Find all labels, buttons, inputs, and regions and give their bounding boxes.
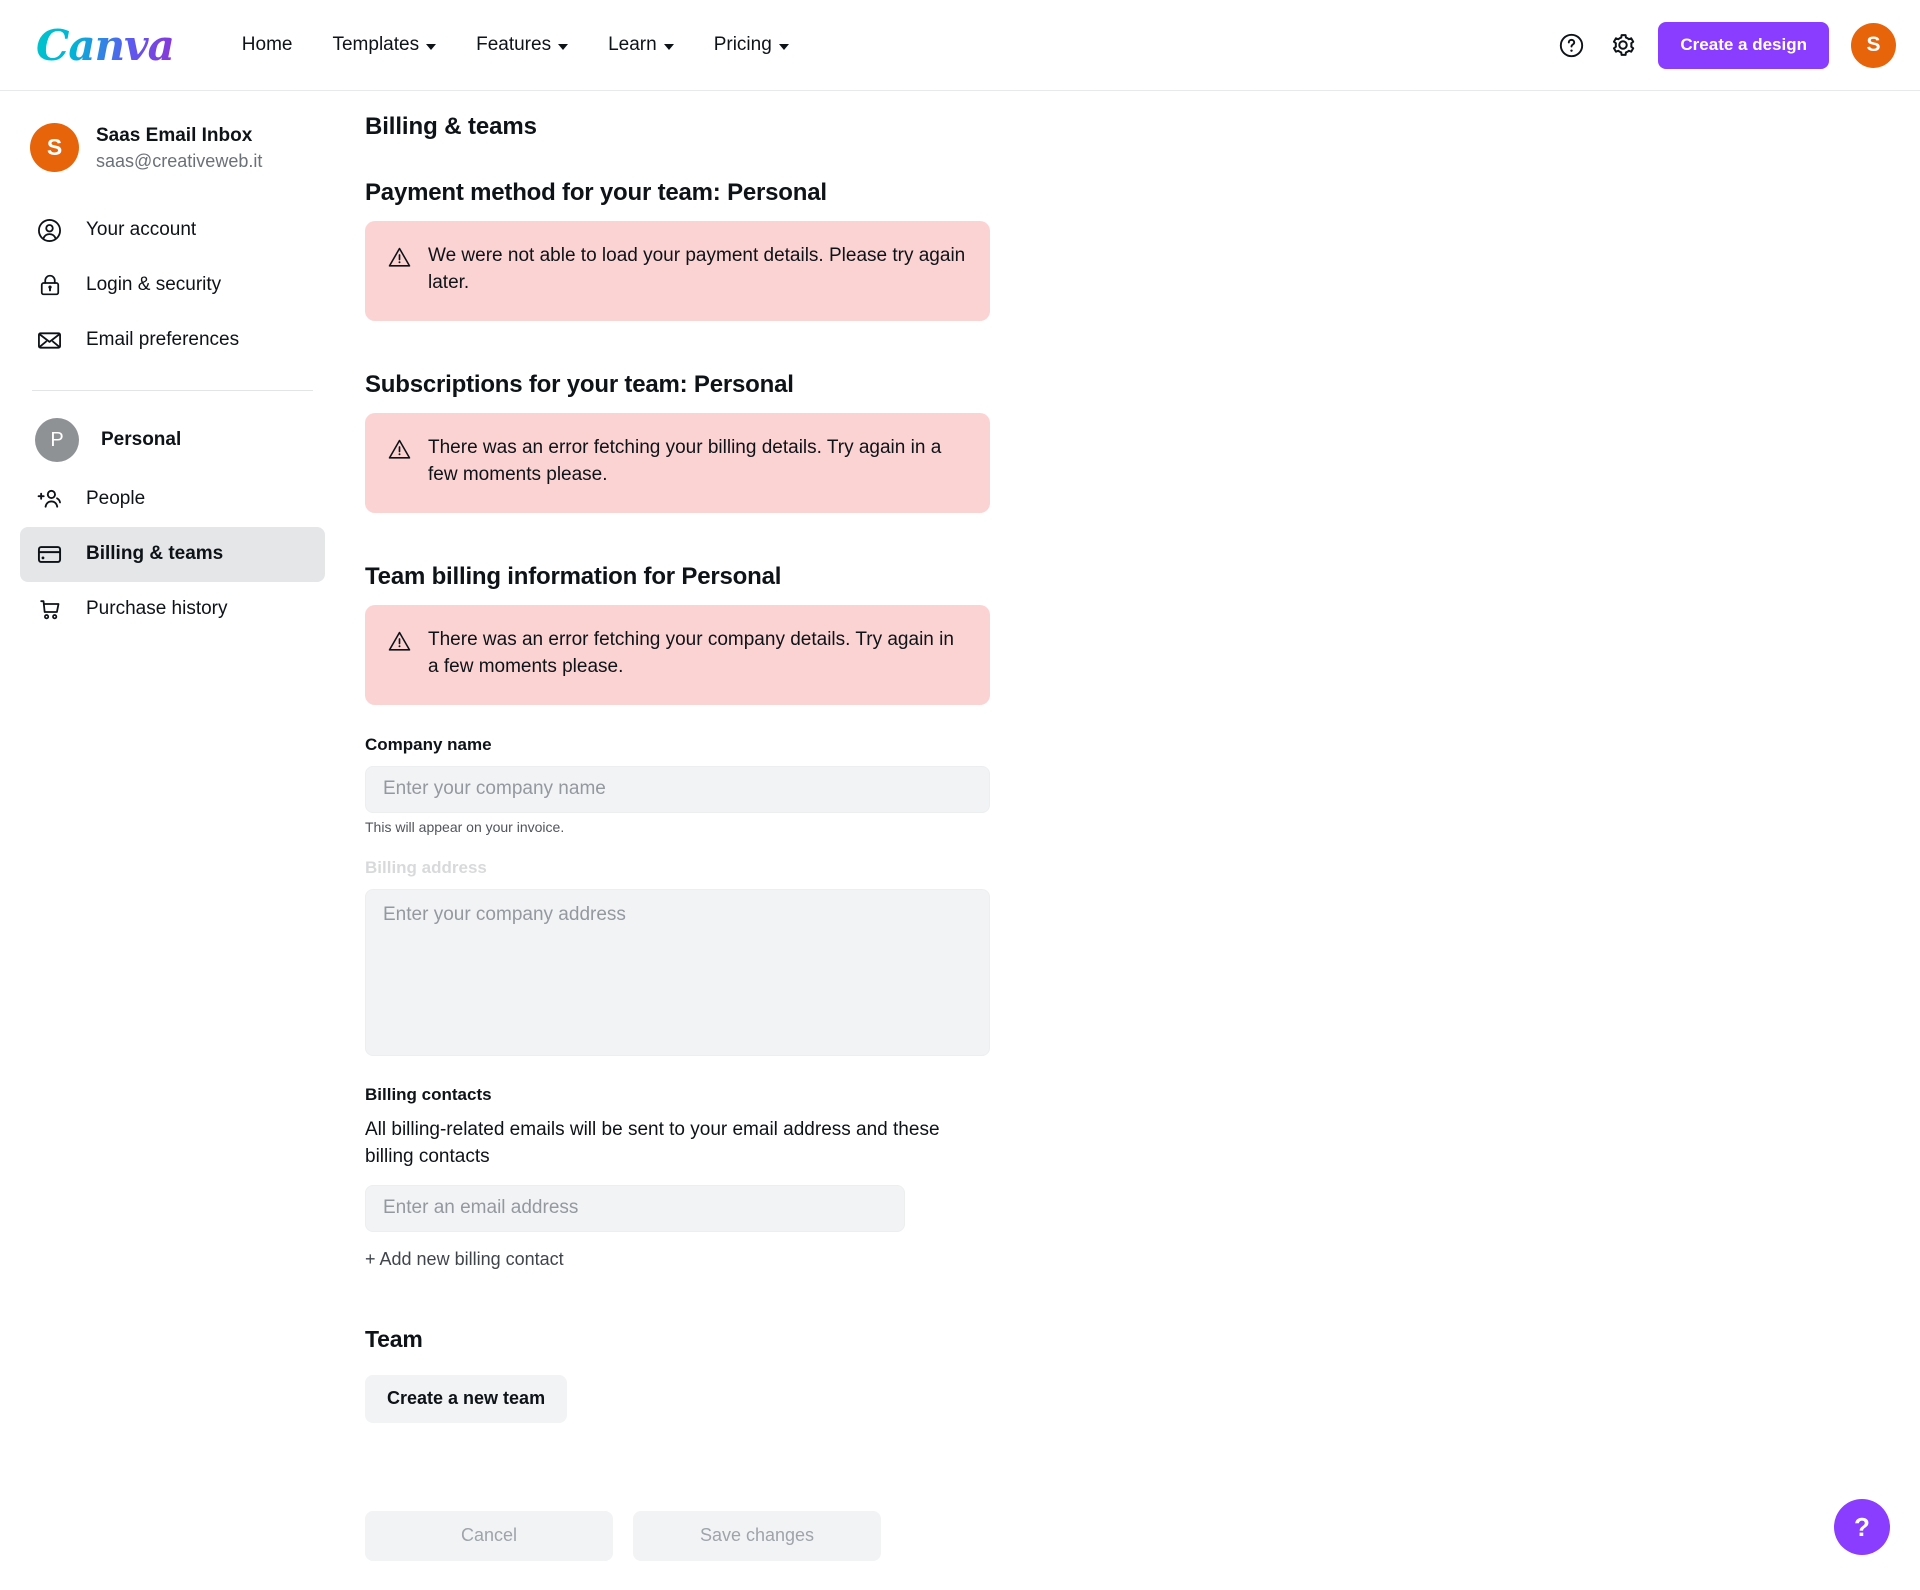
team-avatar: P: [35, 418, 79, 463]
help-button[interactable]: [1554, 28, 1588, 62]
question-circle-icon: [1559, 33, 1584, 57]
sidebar-divider: [32, 389, 313, 391]
gear-icon: [1613, 34, 1635, 56]
sidebar-item-people[interactable]: People: [20, 472, 325, 527]
nav-link-home-label: Home: [241, 34, 293, 55]
billing-contacts-label: Billing contacts: [365, 1084, 492, 1104]
page-layout: S Saas Email Inbox saas@creativeweb.it Y…: [0, 91, 1920, 1590]
warning-triangle-icon: [387, 629, 412, 681]
settings-sidebar: S Saas Email Inbox saas@creativeweb.it Y…: [0, 91, 345, 1590]
form-footer-actions: Cancel Save changes: [365, 1510, 990, 1561]
shopping-cart-icon: [35, 595, 64, 624]
warning-triangle-icon: [387, 437, 412, 489]
envelope-icon: [35, 326, 64, 355]
chevron-down-icon: [778, 43, 789, 50]
nav-link-home[interactable]: Home: [222, 24, 313, 66]
billing-address-textarea[interactable]: [365, 888, 990, 1056]
lock-icon: [35, 271, 64, 300]
save-changes-button[interactable]: Save changes: [633, 1510, 881, 1561]
subscriptions-error-alert: There was an error fetching your billing…: [365, 412, 990, 513]
sidebar-avatar: S: [30, 123, 79, 173]
billing-settings-panel: Billing & teams Payment method for your …: [365, 113, 990, 1561]
chevron-down-icon: [426, 43, 437, 50]
subscriptions-heading: Subscriptions for your team: Personal: [365, 370, 794, 398]
main-content: Billing & teams Payment method for your …: [345, 91, 1920, 1590]
company-name-input[interactable]: [365, 765, 990, 813]
nav-link-learn-label: Learn: [608, 34, 657, 55]
sidebar-item-your-account-label: Your account: [86, 219, 197, 241]
cancel-button[interactable]: Cancel: [365, 1510, 613, 1561]
billing-address-label: Billing address: [365, 857, 487, 877]
team-billing-info-heading: Team billing information for Personal: [365, 562, 782, 590]
billing-contacts-description: All billing-related emails will be sent …: [365, 1118, 940, 1168]
create-a-design-button[interactable]: Create a design: [1658, 21, 1829, 69]
company-name-hint: This will appear on your invoice.: [365, 818, 565, 835]
sidebar-user-name: Saas Email Inbox: [96, 125, 253, 146]
main-nav-links: Home Templates Features Learn Pricing: [222, 24, 809, 66]
company-details-error-alert: There was an error fetching your company…: [365, 604, 990, 705]
nav-link-templates-label: Templates: [332, 34, 420, 55]
company-name-label: Company name: [365, 734, 492, 754]
nav-link-learn[interactable]: Learn: [588, 24, 694, 66]
add-people-icon: [35, 485, 64, 514]
sidebar-item-email-preferences[interactable]: Email preferences: [20, 313, 325, 368]
sidebar-item-email-preferences-label: Email preferences: [86, 329, 240, 351]
user-circle-icon: [35, 216, 64, 245]
sidebar-team-name: Personal: [101, 429, 182, 451]
subscriptions-error-text: There was an error fetching your billing…: [428, 436, 942, 485]
nav-link-templates[interactable]: Templates: [312, 24, 456, 66]
nav-link-features-label: Features: [476, 34, 552, 55]
company-details-error-text: There was an error fetching your company…: [428, 628, 954, 677]
chevron-down-icon: [558, 43, 569, 50]
nav-link-pricing[interactable]: Pricing: [694, 24, 809, 66]
nav-link-features[interactable]: Features: [456, 24, 588, 66]
user-avatar-top[interactable]: S: [1851, 22, 1896, 68]
warning-triangle-icon: [387, 245, 412, 297]
create-a-new-team-button[interactable]: Create a new team: [365, 1374, 568, 1423]
chevron-down-icon: [663, 43, 674, 50]
settings-button[interactable]: [1606, 28, 1640, 62]
sidebar-item-login-security-label: Login & security: [86, 274, 222, 296]
add-new-billing-contact-link[interactable]: + Add new billing contact: [365, 1249, 564, 1270]
top-navigation-bar: Canva Home Templates Features Learn Pric…: [0, 0, 1920, 91]
sidebar-item-login-security[interactable]: Login & security: [20, 258, 325, 313]
top-nav-actions: Create a design S: [1554, 21, 1896, 69]
credit-card-icon: [35, 540, 64, 569]
payment-method-error-text: We were not able to load your payment de…: [428, 245, 966, 293]
sidebar-item-purchase-history[interactable]: Purchase history: [20, 582, 325, 637]
sidebar-item-your-account[interactable]: Your account: [20, 203, 325, 258]
sidebar-team-header[interactable]: P Personal: [20, 413, 325, 468]
canva-logo[interactable]: Canva: [36, 21, 175, 70]
page-title: Billing & teams: [365, 113, 537, 140]
billing-contact-email-input[interactable]: [365, 1184, 905, 1232]
sidebar-user-email: saas@creativeweb.it: [96, 150, 263, 171]
sidebar-item-purchase-history-label: Purchase history: [86, 598, 228, 620]
nav-link-pricing-label: Pricing: [713, 34, 772, 55]
help-fab-button[interactable]: ?: [1834, 1499, 1890, 1555]
sidebar-item-billing-teams-label: Billing & teams: [86, 543, 224, 565]
team-heading: Team: [365, 1325, 423, 1352]
sidebar-item-people-label: People: [86, 488, 146, 510]
sidebar-item-billing-teams[interactable]: Billing & teams: [20, 526, 325, 582]
sidebar-user-block[interactable]: S Saas Email Inbox saas@creativeweb.it: [20, 117, 325, 179]
payment-method-heading: Payment method for your team: Personal: [365, 179, 827, 206]
payment-method-error-alert: We were not able to load your payment de…: [365, 221, 990, 321]
